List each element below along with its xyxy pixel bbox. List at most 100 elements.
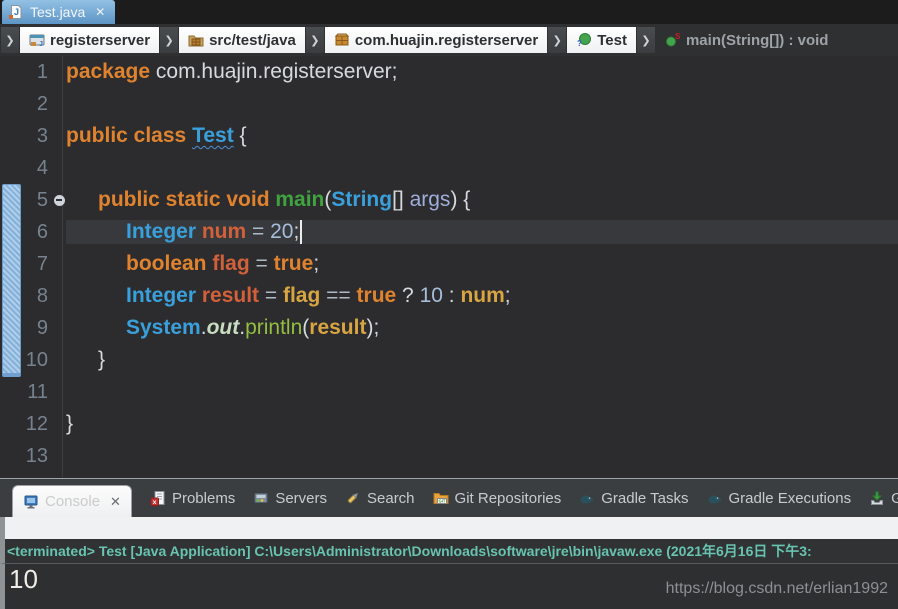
code-token: = <box>246 220 271 243</box>
svg-text:J: J <box>39 41 43 48</box>
code-line[interactable]: 1 package com.huajin.registerserver; <box>0 56 898 88</box>
code-token: public class <box>66 124 193 147</box>
line-number[interactable]: 9 <box>0 317 52 340</box>
eclipse-window: J Test.java ✕ ❯ J registerserver ❯ src/t… <box>0 0 898 609</box>
code-token: 20 <box>270 220 294 243</box>
code-line[interactable]: 8 Integer result = flag == true ? 10 : nu… <box>0 280 898 312</box>
code-line[interactable]: 4 <box>0 152 898 184</box>
code-token: main <box>275 188 325 211</box>
line-number[interactable]: 7 <box>0 253 52 276</box>
code-line-content[interactable]: } <box>66 412 898 436</box>
code-line-content[interactable]: boolean flag = true; <box>66 252 898 276</box>
breadcrumb-chevron-icon[interactable]: ❯ <box>636 27 655 53</box>
code-line-content[interactable]: public static void main(String[] args) { <box>66 188 898 212</box>
code-line[interactable]: 9 System. out. println(result); <box>0 312 898 344</box>
breadcrumb-item-package[interactable]: com.huajin.registerserver <box>324 27 548 53</box>
code-token: : <box>442 284 461 307</box>
code-line[interactable]: 6 Integer num = 20; <box>0 216 898 248</box>
code-line[interactable]: 13 <box>0 440 898 472</box>
search-icon <box>345 490 361 506</box>
tab-label: Gradle Tasks <box>601 489 689 507</box>
code-line-content[interactable]: Integer num = 20; <box>66 220 898 244</box>
code-line[interactable]: 10} <box>0 344 898 376</box>
code-token: println <box>245 316 303 339</box>
console-toolbar <box>0 517 898 539</box>
code-token: out <box>206 316 240 339</box>
breadcrumb-chevron-icon[interactable]: ❯ <box>1 27 19 53</box>
code-line-content[interactable]: Integer result = flag == true ? 10 : num… <box>66 284 898 308</box>
terminated-text: <terminated> Test [Java Application] C:\… <box>7 543 812 559</box>
breadcrumb-item-registerserver[interactable]: J registerserver <box>20 27 160 53</box>
line-number[interactable]: 1 <box>0 61 52 84</box>
code-token: = <box>259 284 283 307</box>
line-number[interactable]: 2 <box>0 93 52 116</box>
code-token: com.huajin.registerserver; <box>155 60 398 83</box>
line-number[interactable]: 8 <box>0 285 52 308</box>
code-line[interactable]: 2 <box>0 88 898 120</box>
import-icon <box>869 490 885 506</box>
code-token: System <box>126 316 201 339</box>
line-number[interactable]: 4 <box>0 157 52 180</box>
static-method-icon: S <box>665 32 681 48</box>
line-number[interactable]: 13 <box>0 445 52 468</box>
tab-close-icon[interactable]: ✕ <box>95 5 105 19</box>
code-line-content[interactable]: System. out. println(result); <box>66 316 898 340</box>
svg-text:?: ? <box>577 39 582 48</box>
editor-tab-testjava[interactable]: J Test.java ✕ <box>2 0 116 24</box>
code-editor[interactable]: 1 package com.huajin.registerserver; 2 3 pub… <box>0 56 898 478</box>
code-token: String <box>331 188 393 211</box>
code-line[interactable]: 3 public class Test { <box>0 120 898 152</box>
tab-label: Problems <box>171 489 236 507</box>
fold-collapse-icon[interactable] <box>53 194 65 206</box>
tab-close-icon[interactable]: ✕ <box>110 494 121 510</box>
breadcrumb-chevron-icon[interactable]: ❯ <box>548 27 567 53</box>
code-token: ( <box>302 316 310 339</box>
breadcrumb-item-main-method[interactable]: S main(String[]) : void <box>656 27 838 53</box>
line-number[interactable]: 10 <box>0 349 52 372</box>
fold-gutter[interactable] <box>52 194 66 206</box>
tab-label: Search <box>367 489 415 507</box>
tab-servers[interactable]: Servers <box>253 490 327 507</box>
gradle-icon <box>707 490 723 506</box>
code-line-content[interactable]: } <box>66 348 898 372</box>
text-caret <box>300 220 303 244</box>
code-token: public static void <box>98 188 276 211</box>
tab-search[interactable]: Search <box>345 490 415 507</box>
code-line[interactable]: 5 public static void main(String[] args) … <box>0 184 898 216</box>
breadcrumb-item-src-test-java[interactable]: src/test/java <box>179 27 305 53</box>
source-folder-icon <box>188 32 204 48</box>
svg-text:J: J <box>14 7 19 17</box>
console-output[interactable]: 10 https://blog.csdn.net/erlian1992 <box>0 564 898 609</box>
tab-console[interactable]: Console ✕ <box>12 485 132 517</box>
code-line[interactable]: 12} <box>0 408 898 440</box>
code-lines: 1 package com.huajin.registerserver; 2 3 pub… <box>0 56 898 472</box>
line-number[interactable]: 5 <box>0 189 52 212</box>
breadcrumb-chevron-icon[interactable]: ❯ <box>305 27 324 53</box>
tab-label: Git Repositories <box>454 489 562 507</box>
code-line[interactable]: 7 boolean flag = true; <box>0 248 898 280</box>
code-line[interactable]: 11 <box>0 376 898 408</box>
package-icon <box>334 32 350 48</box>
tab-gradle-executions[interactable]: Gradle Executions <box>707 489 852 507</box>
breadcrumb-label: src/test/java <box>209 31 296 49</box>
line-number[interactable]: 6 <box>0 221 52 244</box>
breadcrumb-chevron-icon[interactable]: ❯ <box>160 27 179 53</box>
tab-problems[interactable]: x Problems <box>150 490 235 507</box>
breadcrumb-item-test-class[interactable]: ? Test <box>567 27 636 53</box>
breadcrumb-label: com.huajin.registerserver <box>354 31 539 49</box>
line-number[interactable]: 3 <box>0 125 52 148</box>
code-token: ( <box>324 188 332 211</box>
code-token: Test <box>192 124 234 147</box>
line-number[interactable]: 11 <box>0 381 52 404</box>
line-number[interactable]: 12 <box>0 413 52 436</box>
code-line-content[interactable]: package com.huajin.registerserver; <box>66 60 898 84</box>
tab-git-repositories[interactable]: GIT Git Repositories <box>433 489 562 507</box>
tab-gradle-tasks[interactable]: Gradle Tasks <box>579 489 689 507</box>
servers-icon <box>253 490 269 506</box>
tab-label: Gradle Executions <box>728 489 852 507</box>
problems-icon: x <box>150 490 166 506</box>
code-line-content[interactable]: public class Test { <box>66 124 898 148</box>
code-token: ); <box>366 316 380 339</box>
tab-truncated[interactable]: G <box>869 490 898 507</box>
code-token: [] <box>392 188 410 211</box>
